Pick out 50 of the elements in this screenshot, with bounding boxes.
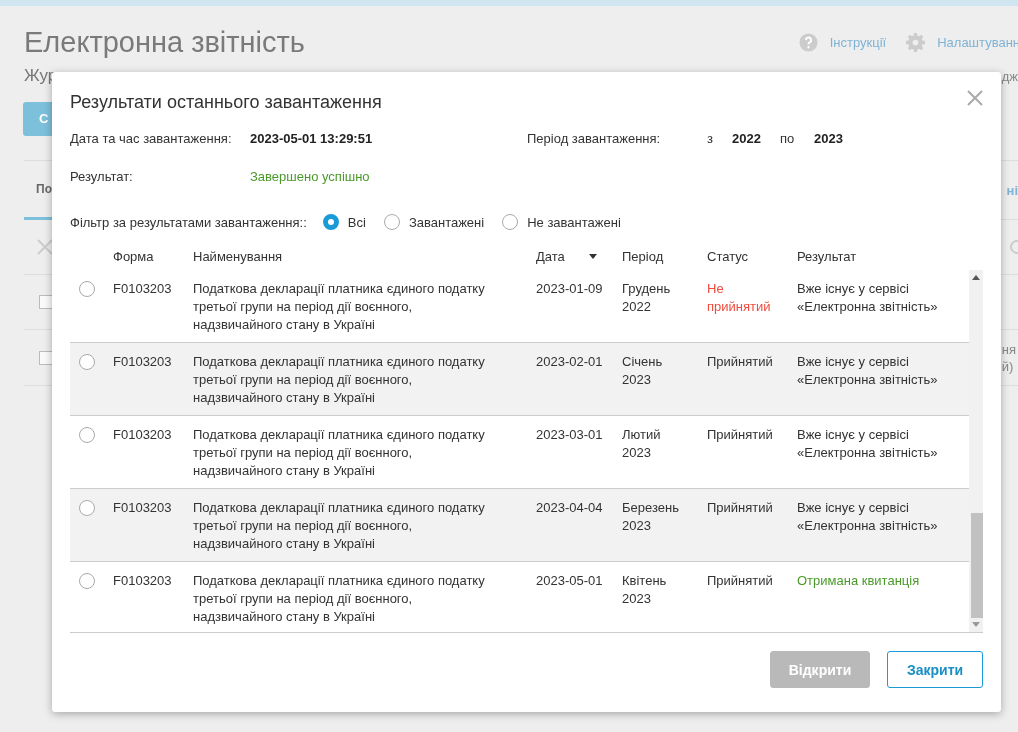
name-cell-text: Податкова декларації платника єдиного податку третьої групи на період дії воєнного, надзвичайного стану в Україні <box>193 426 486 480</box>
date-cell-text: 2023-04-04 <box>536 499 604 517</box>
result-cell-text: Вже існує у сервісі «Електронна звітність» <box>797 353 939 389</box>
from-value: 2022 <box>732 131 762 146</box>
form-cell-text: F0103203 <box>113 572 173 590</box>
column-header: Період <box>622 248 665 264</box>
column-header: Найменування <box>193 248 284 264</box>
name-cell-text: Податкова декларації платника єдиного податку третьої групи на період дії воєнного, надзвичайного стану в Україні <box>193 280 486 334</box>
from-label: з <box>707 131 714 146</box>
date-cell-text: 2023-03-01 <box>536 426 604 444</box>
form-cell-text: F0103203 <box>113 426 173 444</box>
column-header: Статус <box>707 248 750 264</box>
to-value: 2023 <box>814 131 843 146</box>
date-cell-text: 2023-05-01 <box>536 572 604 590</box>
datetime-label: Дата та час завантаження: <box>70 131 233 146</box>
status-cell-text: Прийнятий <box>707 499 774 517</box>
status-cell-text: Не прийнятий <box>707 280 772 316</box>
date-cell-text: 2023-01-09 <box>536 280 604 298</box>
period-cell-text: Грудень 2022 <box>622 280 672 316</box>
cell-fragment: ня <box>1001 340 1016 358</box>
status-cell-text: Прийнятий <box>707 572 774 590</box>
datetime-value: 2023-05-01 13:29:51 <box>250 131 374 146</box>
status-cell-text: Прийнятий <box>707 353 774 371</box>
result-cell-text: Вже існує у сервісі «Електронна звітність» <box>797 499 939 535</box>
result-label: Результат: <box>70 169 134 184</box>
to-label: по <box>780 131 796 146</box>
result-value: Завершено успішно <box>250 169 371 184</box>
name-cell-text: Податкова декларації платника єдиного податку третьої групи на період дії воєнного, надзвичайного стану в Україні <box>193 353 486 407</box>
period-cell-text: Березень 2023 <box>622 499 680 535</box>
page-title: Електронна звітність <box>24 25 305 59</box>
name-cell-text: Податкова декларації платника єдиного податку третьої групи на період дії воєнного, надзвичайного стану в Україні <box>193 572 486 626</box>
period-cell-text: Квітень 2023 <box>622 572 668 608</box>
result-cell-text: Вже існує у сервісі «Електронна звітність» <box>797 426 939 462</box>
form-cell-text: F0103203 <box>113 499 173 517</box>
result-cell-text: Отримана квитанція <box>797 572 921 590</box>
column-header: Форма <box>113 248 155 264</box>
cell-fragment: й) <box>1001 357 1015 375</box>
status-cell-text: Прийнятий <box>707 426 774 444</box>
period-cell-text: Лютий 2023 <box>622 426 662 462</box>
filter-label: Фільтр за результатами завантаження:: <box>70 214 307 230</box>
period-cell-text: Січень 2023 <box>622 353 664 389</box>
name-cell-text: Податкова декларації платника єдиного податку третьої групи на період дії воєнного, надзвичайного стану в Україні <box>193 499 486 553</box>
date-cell-text: 2023-02-01 <box>536 353 604 371</box>
heading-fragment: дж <box>1001 68 1018 84</box>
form-cell-text: F0103203 <box>113 353 173 371</box>
form-cell-text: F0103203 <box>113 280 173 298</box>
dialog-title: Результати останнього завантаження <box>70 92 382 113</box>
result-cell-text: Вже існує у сервісі «Електронна звітність» <box>797 280 939 316</box>
column-header: Результат <box>797 248 858 264</box>
period-label: Період завантаження: <box>527 131 662 146</box>
